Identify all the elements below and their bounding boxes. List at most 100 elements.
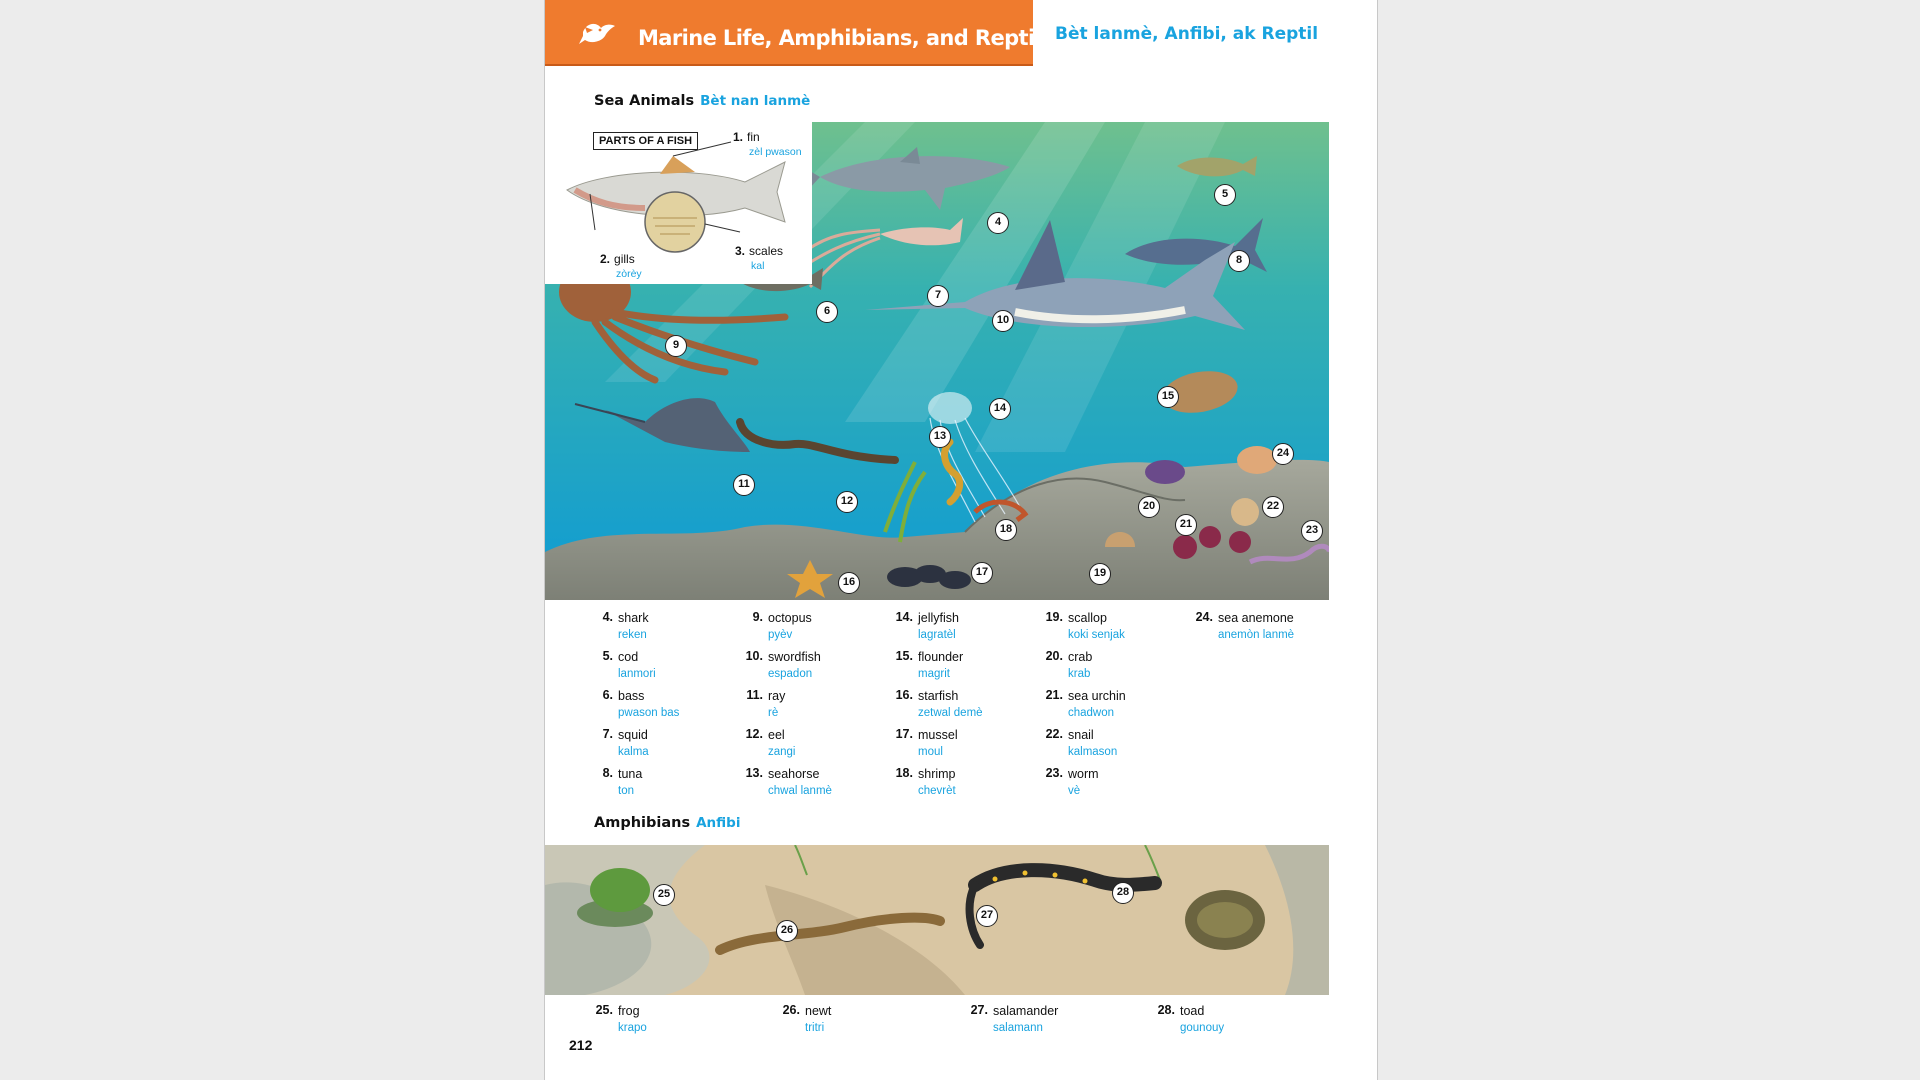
vocab-english: scallop: [1068, 611, 1107, 625]
vocab-translation: reken: [618, 629, 647, 641]
callout-5: 5: [1214, 184, 1236, 206]
vocab-number: 11.: [746, 688, 763, 702]
callout-14: 14: [989, 398, 1011, 420]
vocab-english: swordfish: [768, 650, 821, 664]
vocab-translation: zetwal demè: [918, 707, 983, 719]
vocab-number: 12.: [745, 727, 763, 741]
fish-part-label: gills: [614, 252, 635, 266]
vocab-translation: vè: [1068, 785, 1081, 797]
vocab-number: 28.: [1157, 1003, 1175, 1017]
book-page: Marine Life, Amphibians, and Reptiles Bè…: [544, 0, 1378, 1080]
vocab-item-starfish: 16. starfish zetwal demè: [896, 688, 983, 721]
callout-12: 12: [836, 491, 858, 513]
sea-animals-heading-text: Sea Animals: [594, 93, 695, 109]
parts-of-a-fish-inset: PARTS OF A FISH 1. fin zèl pwason 2. gills…: [545, 122, 812, 284]
vocab-number: 20.: [1045, 649, 1063, 663]
vocab-item-mussel: 17. mussel moul: [896, 727, 958, 760]
vocab-english: newt: [805, 1004, 832, 1018]
vocab-english: starfish: [918, 689, 959, 703]
vocab-number: 5.: [602, 649, 613, 663]
vocab-translation: gounouy: [1180, 1022, 1225, 1034]
callout-9: 9: [665, 335, 687, 357]
vocab-number: 15.: [895, 649, 913, 663]
vocab-translation: krapo: [618, 1022, 647, 1034]
vocab-number: 9.: [752, 610, 763, 624]
vocab-item-flounder: 15. flounder magrit: [896, 649, 964, 682]
vocab-translation: chevrèt: [918, 785, 956, 797]
fish-part-label: fin: [747, 130, 760, 144]
vocab-english: tuna: [618, 767, 643, 781]
vocab-english: snail: [1068, 728, 1094, 742]
vocab-number: 24.: [1195, 610, 1213, 624]
vocab-english: cod: [618, 650, 639, 664]
vocab-number: 21.: [1045, 688, 1063, 702]
vocab-english: flounder: [918, 650, 964, 664]
vocab-number: 22.: [1045, 727, 1063, 741]
vocab-english: shrimp: [918, 767, 956, 781]
callout-23: 23: [1301, 520, 1323, 542]
fish-part-number: 2.: [600, 252, 611, 266]
vocab-translation: pwason bas: [618, 707, 680, 719]
vocab-item-sea-anemone: 24. sea anemone anemòn lanmè: [1196, 610, 1294, 643]
vocab-number: 18.: [895, 766, 913, 780]
vocab-item-shark: 4. shark reken: [603, 610, 649, 643]
callout-6: 6: [816, 301, 838, 323]
vocab-translation: zangi: [768, 746, 796, 758]
vocab-item-frog: 25. frog krapo: [596, 1003, 647, 1036]
vocab-number: 8.: [602, 766, 613, 780]
sea-animals-heading-translation: Bèt nan lanmè: [700, 93, 811, 109]
fish-part-number: 1.: [733, 130, 744, 144]
vocab-english: bass: [618, 689, 645, 703]
vocab-translation: krab: [1068, 668, 1091, 680]
vocab-item-seahorse: 13. seahorse chwal lanmè: [746, 766, 832, 799]
bird-icon: [579, 23, 615, 44]
vocab-english: frog: [618, 1004, 640, 1018]
amphibians-heading-text: Amphibians: [594, 815, 691, 831]
vocab-translation: kalma: [618, 746, 649, 758]
vocab-english: sea anemone: [1218, 611, 1294, 625]
vocab-translation: chwal lanmè: [768, 785, 832, 797]
vocab-item-squid: 7. squid kalma: [603, 727, 649, 760]
vocab-item-sea-urchin: 21. sea urchin chadwon: [1046, 688, 1126, 721]
vocab-item-eel: 12. eel zangi: [746, 727, 796, 760]
vocab-english: seahorse: [768, 767, 820, 781]
vocab-translation: moul: [918, 746, 943, 758]
vocab-english: shark: [618, 611, 649, 625]
vocab-number: 26.: [782, 1003, 800, 1017]
callout-26: 26: [776, 920, 798, 942]
callout-21: 21: [1175, 514, 1197, 536]
vocab-translation: salamann: [993, 1022, 1043, 1034]
vocab-translation: espadon: [768, 668, 813, 680]
fish-part-fin: 1. fin zèl pwason: [733, 128, 802, 158]
page-title: Marine Life, Amphibians, and Reptiles: [638, 26, 1067, 50]
vocab-number: 19.: [1045, 610, 1063, 624]
vocab-item-tuna: 8. tuna ton: [603, 766, 643, 799]
vocab-number: 7.: [602, 727, 613, 741]
vocab-english: eel: [768, 728, 785, 742]
vocab-translation: kalmason: [1068, 746, 1118, 758]
vocab-item-octopus: 9. octopus pyèv: [753, 610, 812, 643]
callout-28: 28: [1112, 882, 1134, 904]
vocab-number: 17.: [895, 727, 913, 741]
vocab-item-snail: 22. snail kalmason: [1046, 727, 1118, 760]
fish-part-translation: zòrèy: [616, 268, 642, 280]
fish-part-label: scales: [749, 244, 784, 258]
page-title-translation: Bèt lanmè, Anfibi, ak Reptil: [1055, 24, 1319, 44]
fish-part-gills: 2. gills zòrèy: [600, 250, 642, 280]
vocab-number: 13.: [745, 766, 763, 780]
amphibians-illustration: [545, 845, 1329, 995]
vocab-item-cod: 5. cod lanmori: [603, 649, 656, 682]
parts-of-a-fish-label: PARTS OF A FISH: [593, 132, 699, 150]
vocab-item-salamander: 27. salamander salamann: [971, 1003, 1059, 1036]
vocab-english: sea urchin: [1068, 689, 1126, 703]
amphibians-heading-translation: Anfibi: [696, 815, 741, 831]
callout-19: 19: [1089, 563, 1111, 585]
sea-animals-heading: Sea Animals Bèt nan lanmè: [594, 93, 810, 109]
vocab-item-crab: 20. crab krab: [1046, 649, 1093, 682]
callout-17: 17: [971, 562, 993, 584]
page-number: 212: [569, 1037, 593, 1053]
vocab-translation: lanmori: [618, 668, 656, 680]
callout-4: 4: [987, 212, 1009, 234]
callout-20: 20: [1138, 496, 1160, 518]
vocab-english: squid: [618, 728, 648, 742]
